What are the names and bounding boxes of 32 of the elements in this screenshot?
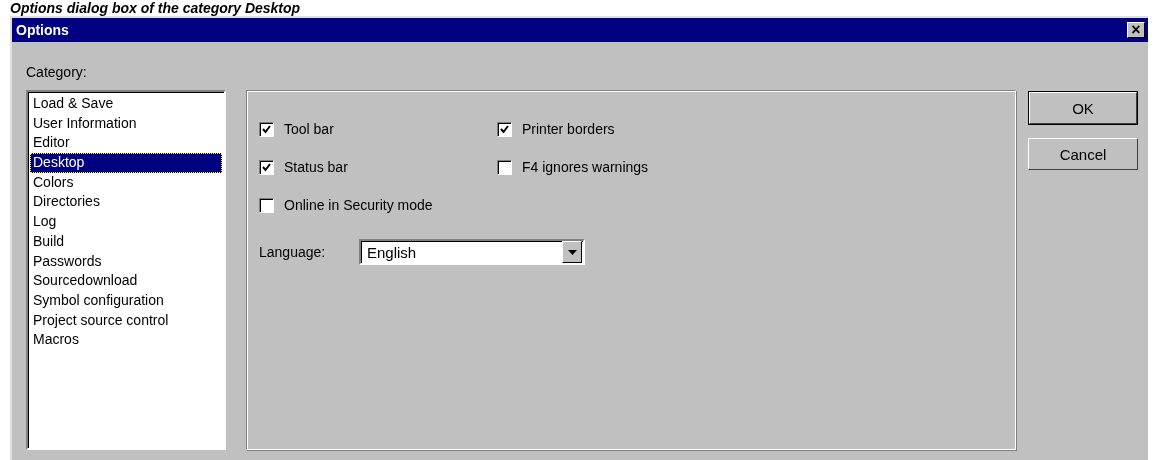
window-title: Options: [16, 22, 69, 38]
checkbox-label: Online in Security mode: [284, 197, 433, 213]
category-item[interactable]: Colors: [30, 172, 222, 193]
checkbox-label: Printer borders: [522, 121, 615, 137]
category-label: Category:: [26, 64, 88, 82]
category-item[interactable]: Project source control: [30, 310, 222, 331]
checkbox[interactable]: [259, 159, 274, 175]
dropdown-arrow-icon: [567, 249, 577, 255]
category-item[interactable]: Load & Save: [30, 94, 222, 114]
category-item[interactable]: Passwords: [30, 251, 222, 272]
category-item[interactable]: Macros: [30, 330, 222, 350]
ok-button[interactable]: OK: [1029, 92, 1137, 124]
category-item[interactable]: Sourcedownload: [30, 271, 222, 291]
close-button[interactable]: ×: [1127, 22, 1145, 38]
category-item[interactable]: User Information: [30, 113, 222, 134]
checkbox[interactable]: [259, 121, 274, 137]
category-item[interactable]: Editor: [30, 133, 222, 154]
language-label: Language:: [259, 244, 327, 260]
category-item[interactable]: Desktop: [30, 153, 222, 173]
category-item[interactable]: Build: [30, 231, 222, 252]
category-item[interactable]: Symbol configuration: [30, 290, 222, 311]
category-item[interactable]: Directories: [30, 192, 222, 213]
checkbox-label: Status bar: [284, 159, 348, 175]
checkbox-label: Tool bar: [284, 121, 334, 137]
category-item[interactable]: Log: [30, 212, 222, 232]
language-dropdown[interactable]: English: [359, 239, 585, 265]
checkbox[interactable]: [259, 197, 274, 213]
figure-caption: Options dialog box of the category Desktop: [10, 0, 301, 16]
checkbox[interactable]: [497, 159, 512, 175]
checkbox[interactable]: [497, 121, 512, 137]
checkbox-label: F4 ignores warnings: [522, 159, 649, 175]
cancel-button[interactable]: Cancel: [1028, 138, 1138, 170]
